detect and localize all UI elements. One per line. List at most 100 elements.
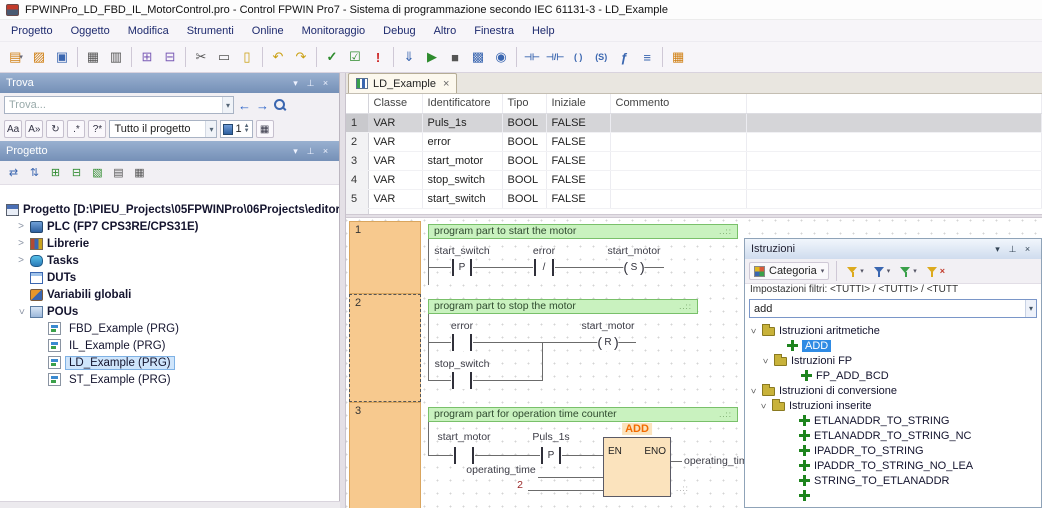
reset-coil-start-motor[interactable]: (R)	[597, 334, 619, 351]
tree-item-etlanaddr-to-string-nc[interactable]: ETLANADDR_TO_STRING_NC	[745, 428, 1041, 443]
library-view-button[interactable]: ▤	[109, 163, 128, 182]
network-2-comment[interactable]: program part to stop the motor ..::	[428, 299, 698, 314]
monitor-button[interactable]: ▩	[467, 46, 489, 68]
add-block-title[interactable]: ADD	[622, 423, 652, 435]
input-constant[interactable]: 2	[517, 479, 523, 491]
set-coil-start-motor[interactable]: (S)	[623, 259, 645, 276]
check-project-button[interactable]: ☑	[344, 46, 366, 68]
tree-item-add[interactable]: ADD	[745, 338, 1041, 353]
redo-button[interactable]: ↷	[290, 46, 312, 68]
filter-type-button[interactable]: ▾	[871, 264, 894, 279]
istruzioni-menu-caret-icon[interactable]: ▾	[990, 244, 1005, 255]
tree-item-tasks[interactable]: > Tasks	[0, 252, 339, 269]
tree-item-plc[interactable]: > PLC (FP7 CPS3RE/CPS31E)	[0, 218, 339, 235]
tree-item-istruzioni-fp[interactable]: > Istruzioni FP	[745, 353, 1041, 368]
find-previous-button[interactable]: ←	[237, 98, 252, 113]
open-project-button[interactable]: ▨	[28, 46, 50, 68]
expand-tree-button[interactable]: ⊞	[46, 163, 65, 182]
print-button[interactable]: ▦	[82, 46, 104, 68]
contact-nc-button[interactable]: ⊣/⊢	[544, 46, 566, 68]
error-list-button[interactable]: !	[367, 46, 389, 68]
new-project-button[interactable]: ▤ ▾	[5, 46, 27, 68]
options-button[interactable]: ▦	[130, 163, 149, 182]
instruction-search-input[interactable]: add ▾	[749, 299, 1037, 318]
new-pou-button[interactable]: ▧	[88, 163, 107, 182]
run-button[interactable]: ▶	[421, 46, 443, 68]
tree-item-project-root[interactable]: Progetto [D:\PIEU_Projects\05FPWINPro\06…	[0, 201, 339, 218]
tree-item-etlanaddr-to-string[interactable]: ETLANADDR_TO_STRING	[745, 413, 1041, 428]
collapse-tree-button[interactable]: ⊟	[67, 163, 86, 182]
print-preview-button[interactable]: ▥	[105, 46, 127, 68]
contact-label[interactable]: error	[451, 320, 473, 332]
tree-item-fp-add-bcd[interactable]: FP_ADD_BCD	[745, 368, 1041, 383]
add-function-block[interactable]: EN ENO	[603, 437, 671, 497]
menu-finestra[interactable]: Finestra	[465, 22, 523, 40]
categoria-button[interactable]: Categoria ▾	[749, 262, 830, 280]
left-scroll-strip[interactable]	[0, 501, 345, 508]
chevron-right-icon[interactable]: >	[16, 255, 26, 266]
window-cascade-button[interactable]: ⊞	[136, 46, 158, 68]
contact-label[interactable]: stop_switch	[435, 358, 490, 370]
contact-start-motor[interactable]	[453, 447, 475, 464]
results-list-button[interactable]: ▦	[255, 120, 274, 138]
tree-item-istruzioni-inserite[interactable]: > Istruzioni inserite	[745, 398, 1041, 413]
stop-button[interactable]: ■	[444, 46, 466, 68]
trova-menu-caret-icon[interactable]: ▾	[288, 78, 303, 89]
tree-item-ld-example[interactable]: LD_Example (PRG)	[0, 354, 339, 371]
network-2-number-cell[interactable]: 2	[349, 294, 421, 402]
tree-item-istruzioni-aritmetiche[interactable]: > Istruzioni aritmetiche	[745, 323, 1041, 338]
network-button[interactable]: ≡	[636, 46, 658, 68]
tree-item-ipaddr-to-string-no-lea[interactable]: IPADDR_TO_STRING_NO_LEA	[745, 458, 1041, 473]
contact-start-switch[interactable]: P	[451, 259, 473, 276]
menu-online[interactable]: Online	[243, 22, 293, 40]
check-pou-button[interactable]: ✓	[321, 46, 343, 68]
table-row[interactable]: 3 VAR start_motor BOOL FALSE	[346, 151, 1042, 171]
search-input[interactable]: Trova... ▾	[4, 96, 234, 114]
instruction-search-caret-icon[interactable]: ▾	[1024, 300, 1036, 317]
tree-item-il-example[interactable]: IL_Example (PRG)	[0, 337, 339, 354]
contact-label[interactable]: start_motor	[437, 431, 490, 443]
coil-button[interactable]: ( )	[567, 46, 589, 68]
tree-item-librerie[interactable]: > Librerie	[0, 235, 339, 252]
find-next-button[interactable]: →	[255, 98, 270, 113]
coil-label[interactable]: start_motor	[607, 245, 660, 257]
match-word-button[interactable]: A»	[25, 120, 44, 138]
table-row[interactable]: 4 VAR stop_switch BOOL FALSE	[346, 170, 1042, 190]
menu-modifica[interactable]: Modifica	[119, 22, 178, 40]
search-icon[interactable]	[273, 98, 287, 112]
scope-dropdown-caret-icon[interactable]: ▾	[205, 121, 217, 137]
status-display-button[interactable]: ◉	[490, 46, 512, 68]
tree-item-istruzioni-di-conversione[interactable]: > Istruzioni di conversione	[745, 383, 1041, 398]
wildcard-button[interactable]: ?*	[88, 120, 107, 138]
tree-item-string-to-etlanaddr[interactable]: STRING_TO_ETLANADDR	[745, 473, 1041, 488]
sort-button[interactable]: ⇅	[25, 163, 44, 182]
contact-stop-switch[interactable]	[451, 372, 473, 389]
tree-item-variabili-globali[interactable]: Variabili globali	[0, 286, 339, 303]
tree-item-duts[interactable]: DUTs	[0, 269, 339, 286]
contact-error[interactable]: /	[533, 259, 555, 276]
istruzioni-pin-icon[interactable]: ⊥	[1005, 244, 1020, 255]
network-1-number-cell[interactable]: 1	[349, 221, 421, 294]
match-case-button[interactable]: Aa	[4, 120, 23, 138]
table-row[interactable]: 1 VAR Puls_1s BOOL FALSE	[346, 113, 1042, 133]
undo-button[interactable]: ↶	[267, 46, 289, 68]
copy-button[interactable]: ▭	[213, 46, 235, 68]
regex-button[interactable]: .*	[67, 120, 86, 138]
menu-help[interactable]: Help	[523, 22, 564, 40]
filter-group-button[interactable]: ▾	[897, 264, 920, 279]
tree-item-pous[interactable]: > POUs	[0, 303, 339, 320]
contact-error[interactable]	[451, 334, 473, 351]
tree-item-fbd-example[interactable]: FBD_Example (PRG)	[0, 320, 339, 337]
var-monitor-button[interactable]: ▦	[667, 46, 689, 68]
tab-close-icon[interactable]: ×	[441, 78, 449, 90]
contact-label[interactable]: Puls_1s	[532, 431, 569, 443]
tab-ld-example[interactable]: LD_Example ×	[348, 73, 458, 93]
window-tile-button[interactable]: ⊟	[159, 46, 181, 68]
network-3-number-cell[interactable]: 3	[349, 402, 421, 508]
download-button[interactable]: ⇓	[398, 46, 420, 68]
progetto-close-icon[interactable]: ×	[318, 146, 333, 156]
network-1-comment[interactable]: program part to start the motor ..::	[428, 224, 738, 239]
istruzioni-close-icon[interactable]: ×	[1020, 244, 1035, 254]
progetto-menu-caret-icon[interactable]: ▾	[288, 146, 303, 157]
filter-category-button[interactable]: ▾	[844, 264, 867, 279]
